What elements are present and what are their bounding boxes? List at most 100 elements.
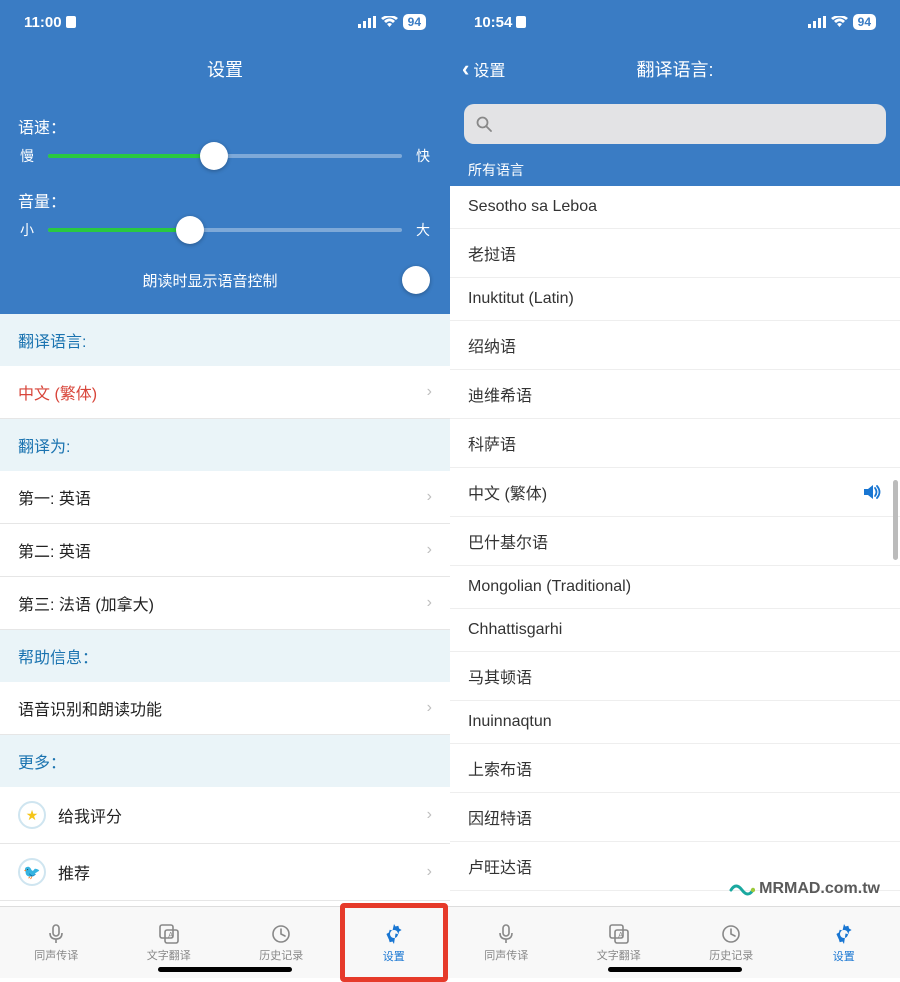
scrollbar[interactable] xyxy=(893,480,898,560)
tab-label: 历史记录 xyxy=(259,947,303,963)
home-indicator xyxy=(158,967,292,972)
speed-slider-group: 语速： 慢 快 xyxy=(18,114,432,166)
translate-to-row[interactable]: 第二: 英语› xyxy=(0,524,450,577)
status-time: 11:00 xyxy=(24,14,62,31)
tab-label: 设置 xyxy=(833,948,855,964)
chevron-right-icon: › xyxy=(427,806,432,824)
list-item-label: 给我评分 xyxy=(58,803,427,827)
volume-label: 音量： xyxy=(18,188,432,212)
settings-list: 翻译语言: 中文 (繁体) › 翻译为: 第一: 英语›第二: 英语›第三: 法… xyxy=(0,314,450,906)
list-item-label: 语音识别和朗读功能 xyxy=(18,696,427,720)
help-head: 帮助信息： xyxy=(0,630,450,682)
language-name: Inuktitut (Latin) xyxy=(468,290,882,308)
translate-to-row[interactable]: 第一: 英语› xyxy=(0,471,450,524)
lang-list-head: 所有语言 xyxy=(450,154,900,186)
page-title: 翻译语言: xyxy=(636,56,713,82)
cellular-icon xyxy=(808,16,826,28)
tab-gear[interactable]: 设置 xyxy=(338,907,451,978)
more-row[interactable]: 🐦推荐› xyxy=(0,844,450,901)
language-row[interactable]: 巴什基尔语 xyxy=(450,517,900,566)
tab-label: 同声传译 xyxy=(484,947,528,963)
language-name: 绍纳语 xyxy=(468,333,882,357)
language-row[interactable]: 绍纳语 xyxy=(450,321,900,370)
mic-icon xyxy=(495,923,517,945)
translate-lang-row[interactable]: 中文 (繁体) › xyxy=(0,366,450,419)
language-row[interactable]: Chhattisgarhi xyxy=(450,609,900,652)
search-icon xyxy=(476,116,492,132)
language-row[interactable]: Sesotho sa Leboa xyxy=(450,186,900,229)
settings-screen: 11:00 94 设置 语速： xyxy=(0,0,450,978)
battery-level: 94 xyxy=(853,14,876,30)
speed-slider[interactable] xyxy=(48,154,402,158)
help-row[interactable]: 语音识别和朗读功能› xyxy=(0,682,450,735)
language-row[interactable]: 老挝语 xyxy=(450,229,900,278)
status-time: 10:54 xyxy=(474,14,512,31)
speed-label: 语速： xyxy=(18,114,432,138)
chevron-right-icon: › xyxy=(427,699,432,717)
history-icon xyxy=(720,923,742,945)
language-name: Mongolian (Traditional) xyxy=(468,578,882,596)
status-bar: 11:00 94 xyxy=(0,0,450,44)
language-name: Inuinnaqtun xyxy=(468,713,882,731)
nav-title: 设置 xyxy=(0,44,450,94)
volume-slider-group: 音量： 小 大 xyxy=(18,188,432,240)
search-input[interactable] xyxy=(464,104,886,144)
tab-gear[interactable]: 设置 xyxy=(788,907,900,978)
language-name: 老挝语 xyxy=(468,241,882,265)
tab-label: 文字翻译 xyxy=(597,947,641,963)
wifi-icon xyxy=(381,16,398,28)
language-row[interactable]: 因纽特语 xyxy=(450,793,900,842)
chevron-right-icon: › xyxy=(427,863,432,881)
tab-label: 同声传译 xyxy=(34,947,78,963)
battery-level: 94 xyxy=(403,14,426,30)
svg-text:A: A xyxy=(618,931,624,940)
volume-min: 小 xyxy=(18,220,36,240)
nav-title: ‹ 设置 翻译语言: xyxy=(450,44,900,94)
language-row[interactable]: 上索布语 xyxy=(450,744,900,793)
language-name: Chhattisgarhi xyxy=(468,621,882,639)
svg-text:A: A xyxy=(168,931,174,940)
bird-icon: 🐦 xyxy=(18,858,46,886)
voice-control-toggle-row: 朗读时显示语音控制 xyxy=(18,262,432,304)
tab-mic[interactable]: 同声传译 xyxy=(0,907,113,978)
status-bar: 10:54 94 xyxy=(450,0,900,44)
gear-icon xyxy=(832,922,856,946)
language-row[interactable]: 中文 (繁体) xyxy=(450,468,900,517)
translate-icon: A xyxy=(608,923,630,945)
voice-control-label: 朗读时显示语音控制 xyxy=(18,270,402,291)
volume-slider[interactable] xyxy=(48,228,402,232)
language-row[interactable]: Inuinnaqtun xyxy=(450,701,900,744)
mic-icon xyxy=(45,923,67,945)
sim-icon xyxy=(516,16,526,28)
language-name: 因纽特语 xyxy=(468,805,882,829)
list-item-label: 第二: 英语 xyxy=(18,538,427,562)
language-row[interactable]: Inuktitut (Latin) xyxy=(450,278,900,321)
language-name: Sesotho sa Leboa xyxy=(468,198,882,216)
language-name: 马其顿语 xyxy=(468,664,882,688)
sim-icon xyxy=(66,16,76,28)
voice-control-toggle[interactable] xyxy=(402,266,430,294)
chevron-right-icon: › xyxy=(427,488,432,506)
language-row[interactable]: Mongolian (Traditional) xyxy=(450,566,900,609)
language-row[interactable]: 马其顿语 xyxy=(450,652,900,701)
language-list[interactable]: Sesotho sa Leboa 老挝语 Inuktitut (Latin) 绍纳语迪… xyxy=(450,186,900,906)
highlight-box xyxy=(340,903,449,982)
star-icon: ★ xyxy=(18,801,46,829)
translate-to-row[interactable]: 第三: 法语 (加拿大)› xyxy=(0,577,450,630)
language-select-screen: 10:54 94 ‹ 设置 翻译语言: xyxy=(450,0,900,978)
tab-label: 文字翻译 xyxy=(147,947,191,963)
back-button[interactable]: ‹ 设置 xyxy=(462,56,505,82)
audio-icon[interactable] xyxy=(862,483,882,501)
speed-max: 快 xyxy=(414,146,432,166)
language-row[interactable]: 科萨语 xyxy=(450,419,900,468)
translate-lang-head: 翻译语言: xyxy=(0,314,450,366)
language-name: 迪维希语 xyxy=(468,382,882,406)
language-row[interactable]: 迪维希语 xyxy=(450,370,900,419)
language-name: 上索布语 xyxy=(468,756,882,780)
more-row[interactable]: ★ 给我评分› xyxy=(0,787,450,844)
translate-icon: A xyxy=(158,923,180,945)
translate-lang-value: 中文 (繁体) xyxy=(18,380,427,404)
cellular-icon xyxy=(358,16,376,28)
tab-mic[interactable]: 同声传译 xyxy=(450,907,563,978)
volume-max: 大 xyxy=(414,220,432,240)
